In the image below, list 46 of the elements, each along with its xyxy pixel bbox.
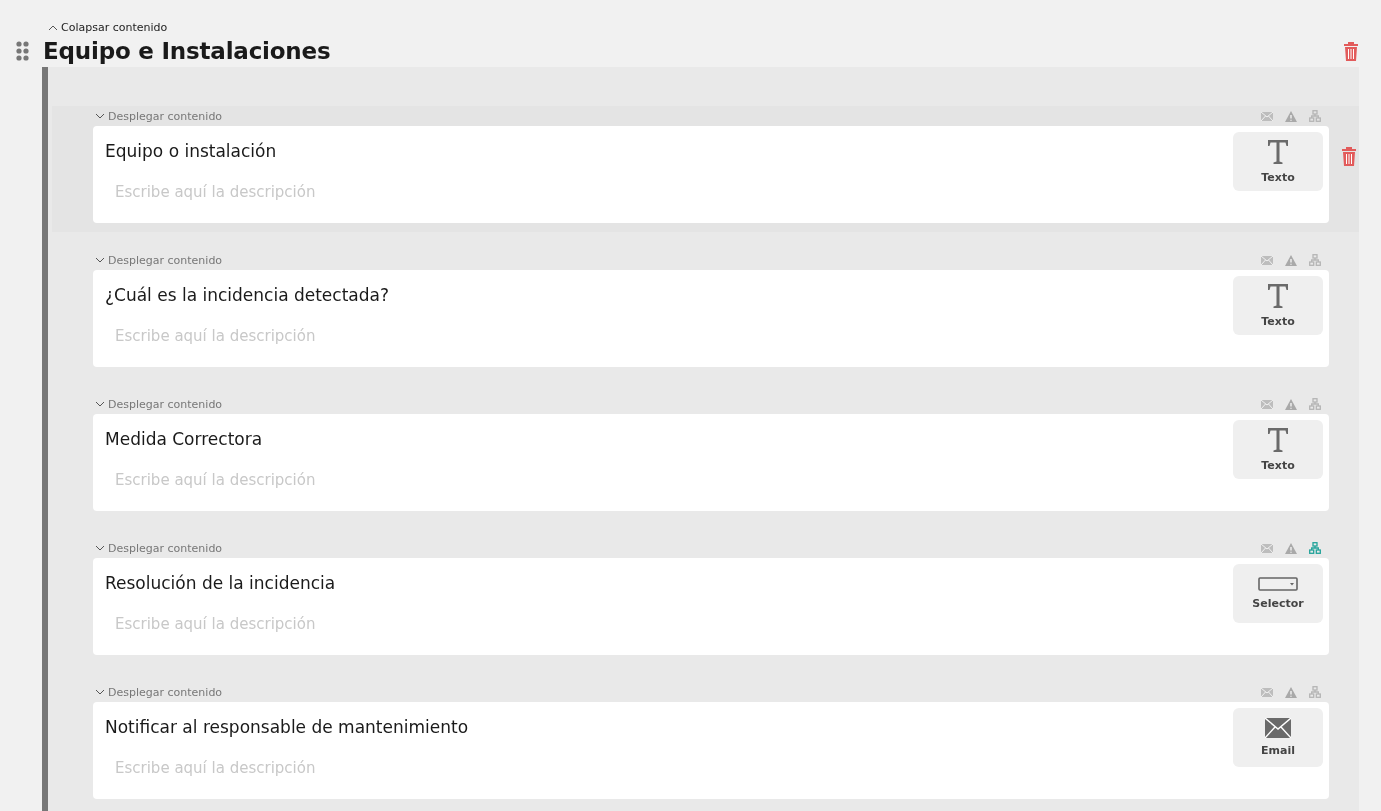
- field-title: Medida Correctora: [105, 429, 264, 449]
- drag-handle-icon[interactable]: [16, 41, 29, 61]
- field-type-button[interactable]: Email: [1233, 708, 1323, 767]
- envelope-icon[interactable]: [1261, 111, 1273, 121]
- letter-t-icon: [1267, 427, 1289, 453]
- field-type-button[interactable]: Selector: [1233, 564, 1323, 623]
- letter-t-icon: [1267, 283, 1289, 309]
- hierarchy-icon[interactable]: [1309, 398, 1321, 410]
- expand-content-link[interactable]: Desplegar contenido: [108, 253, 223, 267]
- hierarchy-icon[interactable]: [1309, 254, 1321, 266]
- field-title: Resolución de la incidencia: [105, 573, 337, 593]
- field-title: Equipo o instalación: [105, 141, 278, 161]
- envelope-icon[interactable]: [1261, 255, 1273, 265]
- expand-content-link[interactable]: Desplegar contenido: [108, 685, 223, 699]
- warning-icon[interactable]: [1285, 110, 1297, 122]
- dropdown-icon: [1258, 577, 1298, 591]
- hierarchy-icon[interactable]: [1309, 110, 1321, 122]
- hierarchy-icon[interactable]: [1309, 542, 1321, 554]
- field-type-button[interactable]: Texto: [1233, 276, 1323, 335]
- chevron-down-icon: [95, 257, 105, 263]
- expand-content-link[interactable]: Desplegar contenido: [108, 109, 223, 123]
- envelope-icon: [1265, 718, 1291, 738]
- field-title: ¿Cuál es la incidencia detectada?: [105, 285, 390, 305]
- warning-icon[interactable]: [1285, 254, 1297, 266]
- field-type-button[interactable]: Texto: [1233, 420, 1323, 479]
- section-title: Equipo e Instalaciones: [43, 38, 332, 64]
- field-type-button[interactable]: Texto: [1233, 132, 1323, 191]
- envelope-icon[interactable]: [1261, 399, 1273, 409]
- warning-icon[interactable]: [1285, 686, 1297, 698]
- field-title: Notificar al responsable de mantenimiento: [105, 717, 470, 737]
- envelope-icon[interactable]: [1261, 543, 1273, 553]
- expand-content-link[interactable]: Desplegar contenido: [108, 541, 223, 555]
- envelope-icon[interactable]: [1261, 687, 1273, 697]
- hierarchy-icon[interactable]: [1309, 686, 1321, 698]
- chevron-down-icon: [95, 113, 105, 119]
- trash-icon[interactable]: [1341, 146, 1357, 166]
- trash-icon[interactable]: [1343, 41, 1359, 61]
- expand-content-link[interactable]: Desplegar contenido: [108, 397, 223, 411]
- chevron-down-icon: [95, 401, 105, 407]
- warning-icon[interactable]: [1285, 398, 1297, 410]
- letter-t-icon: [1267, 139, 1289, 165]
- collapse-content-link[interactable]: Colapsar contenido: [61, 21, 168, 34]
- chevron-down-icon: [95, 545, 105, 551]
- chevron-down-icon: [95, 689, 105, 695]
- warning-icon[interactable]: [1285, 542, 1297, 554]
- chevron-up-icon: [48, 24, 58, 31]
